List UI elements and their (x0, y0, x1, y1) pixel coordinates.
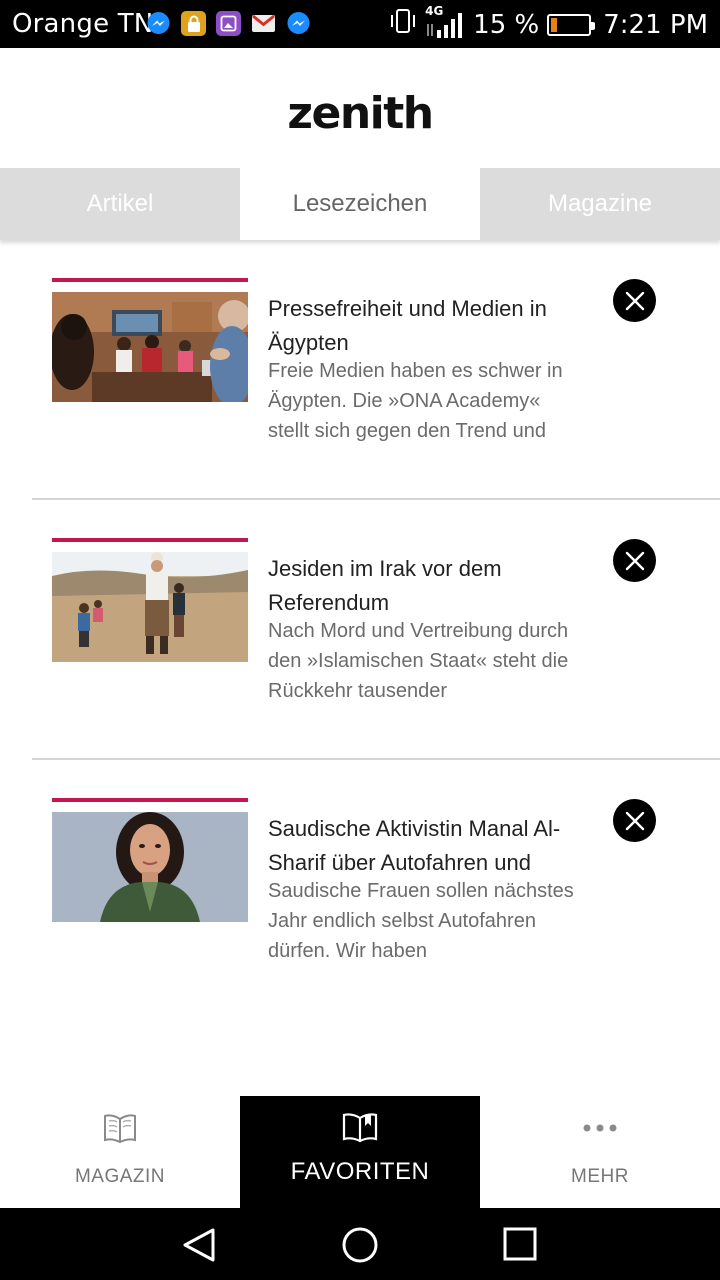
remove-bookmark-button[interactable] (613, 279, 656, 322)
article-title[interactable]: Saudische Aktivistin Manal Al-Sharif übe… (268, 812, 578, 880)
tab-bar: Artikel Lesezeichen Magazine (0, 168, 720, 240)
home-icon[interactable] (341, 1226, 379, 1269)
gallery-icon (216, 11, 241, 36)
battery-percent: 15 % (473, 9, 540, 40)
messenger-icon (146, 11, 171, 36)
nav-label: MEHR (571, 1166, 629, 1187)
bookmark-book-icon (341, 1110, 379, 1146)
close-icon (625, 551, 644, 570)
list-item[interactable]: Pressefreiheit und Medien in Ägypten Fre… (0, 240, 720, 500)
list-item[interactable]: Jesiden im Irak vor dem Referendum Nach … (0, 500, 720, 760)
list-item[interactable]: Saudische Aktivistin Manal Al-Sharif übe… (0, 760, 720, 1020)
remove-bookmark-button[interactable] (613, 799, 656, 842)
article-teaser: Saudische Frauen sollen nächstes Jahr en… (268, 880, 574, 962)
status-right: 4G 15 % 7:21 PM (389, 4, 708, 41)
bottom-nav: MAGAZIN FAVORITEN MEHR (0, 1096, 720, 1208)
remove-bookmark-button[interactable] (613, 539, 656, 582)
article-teaser: Freie Medien haben es schwer in Ägypten.… (268, 360, 563, 442)
nav-mehr[interactable]: MEHR (480, 1096, 720, 1208)
status-bar: Orange TN 4G 15 % 7:21 PM (0, 0, 720, 48)
accent-line (52, 798, 248, 802)
carrier-name: Orange TN (12, 9, 154, 39)
app-header: zenith (0, 48, 720, 168)
tab-magazine[interactable]: Magazine (480, 168, 720, 240)
notification-icons (146, 11, 311, 36)
tab-lesezeichen[interactable]: Lesezeichen (240, 168, 480, 240)
vibrate-icon (389, 8, 417, 41)
system-nav-bar (0, 1208, 720, 1280)
article-title[interactable]: Pressefreiheit und Medien in Ägypten (268, 292, 578, 360)
nav-magazin[interactable]: MAGAZIN (0, 1096, 240, 1208)
close-icon (625, 291, 644, 310)
nav-label: MAGAZIN (74, 1166, 166, 1187)
lock-app-icon (181, 11, 206, 36)
signal-icon: 4G (425, 4, 465, 40)
desert-family-photo[interactable] (52, 552, 248, 662)
portrait-photo[interactable] (52, 812, 248, 922)
article-teaser: Nach Mord und Vertreibung durch den »Isl… (268, 620, 569, 702)
book-icon (102, 1110, 138, 1146)
messenger-icon (286, 11, 311, 36)
clock: 7:21 PM (603, 9, 708, 40)
recents-icon[interactable] (502, 1226, 538, 1267)
back-icon[interactable] (180, 1226, 218, 1269)
close-icon (625, 811, 644, 830)
bookmark-list: Pressefreiheit und Medien in Ägypten Fre… (0, 240, 720, 1020)
accent-line (52, 538, 248, 542)
more-icon (581, 1110, 619, 1146)
accent-line (52, 278, 248, 282)
battery-icon (547, 13, 596, 36)
article-title[interactable]: Jesiden im Irak vor dem Referendum (268, 552, 578, 620)
tab-artikel[interactable]: Artikel (0, 168, 240, 240)
nav-label: FAVORITEN (290, 1158, 430, 1185)
newsroom-photo[interactable] (52, 292, 248, 402)
zenith-logo: zenith (287, 87, 434, 139)
gmail-icon (251, 11, 276, 36)
nav-favoriten[interactable]: FAVORITEN (240, 1096, 480, 1208)
